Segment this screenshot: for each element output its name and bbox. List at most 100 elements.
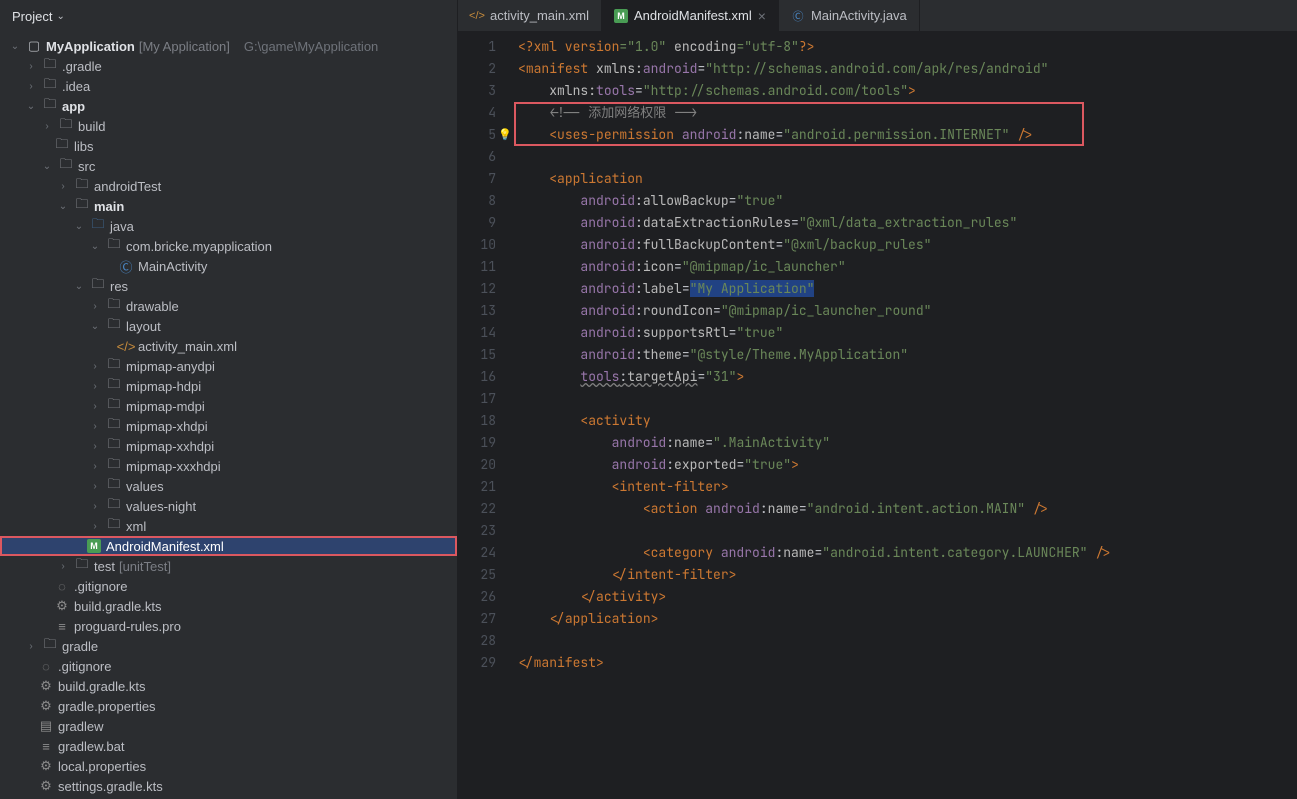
tree-item[interactable]: ›🗀drawable: [0, 296, 457, 316]
tree-label: res: [110, 279, 128, 294]
expand-arrow-icon[interactable]: ⌄: [72, 281, 86, 292]
tree-item[interactable]: ›🗀gradle: [0, 636, 457, 656]
code-content[interactable]: <?xml version="1.0" encoding="utf-8"?> <…: [514, 32, 1297, 799]
expand-arrow-icon[interactable]: ›: [88, 381, 102, 392]
expand-arrow-icon[interactable]: ›: [56, 181, 70, 192]
tree-root[interactable]: ⌄ ▢ MyApplication [My Application] G:\ga…: [0, 36, 457, 56]
tree-item[interactable]: ›🗀mipmap-xxxhdpi: [0, 456, 457, 476]
tree-item[interactable]: </>activity_main.xml: [0, 336, 457, 356]
sidebar-header[interactable]: Project ⌄: [0, 0, 457, 32]
tree-item[interactable]: ⌄🗀res: [0, 276, 457, 296]
expand-arrow-icon[interactable]: ›: [24, 61, 38, 72]
expand-arrow-icon[interactable]: ›: [88, 301, 102, 312]
tree-item[interactable]: ⚙ gradle.properties: [0, 696, 457, 716]
expand-arrow-icon[interactable]: ›: [24, 81, 38, 92]
tree-label: libs: [74, 139, 94, 154]
tree-item[interactable]: ◌.gitignore: [0, 656, 457, 676]
tree-item[interactable]: ⚙build.gradle.kts: [0, 596, 457, 616]
tree-item[interactable]: ›🗀.gradle: [0, 56, 457, 76]
tree-label: build: [78, 119, 105, 134]
tree-label: layout: [126, 319, 161, 334]
tree-item[interactable]: ⌄🗀app: [0, 96, 457, 116]
expand-arrow-icon[interactable]: ⌄: [56, 201, 70, 212]
close-icon[interactable]: ×: [758, 8, 766, 24]
project-sidebar: Project ⌄ ⌄ ▢ MyApplication [My Applicat…: [0, 0, 458, 799]
expand-arrow-icon[interactable]: ⌄: [88, 321, 102, 332]
expand-arrow-icon[interactable]: ›: [24, 641, 38, 652]
expand-arrow-icon[interactable]: ⌄: [88, 241, 102, 252]
tree-item[interactable]: ›🗀xml: [0, 516, 457, 536]
folder-icon: 🗀: [74, 198, 90, 214]
android-icon[interactable]: [498, 300, 512, 322]
file-icon: ⚙: [38, 698, 54, 714]
tree-item[interactable]: ›🗀mipmap-xhdpi: [0, 416, 457, 436]
tree-item[interactable]: ›🗀test [unitTest]: [0, 556, 457, 576]
tree-label: main: [94, 199, 124, 214]
tree-item[interactable]: ›🗀mipmap-hdpi: [0, 376, 457, 396]
tree-item[interactable]: ⚙local.properties: [0, 756, 457, 776]
tree-label: .gitignore: [58, 659, 111, 674]
tree-item[interactable]: ▤gradlew: [0, 716, 457, 736]
tree-item[interactable]: ◌.gitignore: [0, 576, 457, 596]
expand-arrow-icon[interactable]: ›: [88, 481, 102, 492]
tree-label: values: [126, 479, 164, 494]
gutter: 12345 678910 1112131415 1617181920 21222…: [458, 32, 514, 799]
expand-arrow-icon[interactable]: ›: [88, 361, 102, 372]
tree-item[interactable]: ⌄🗀src: [0, 156, 457, 176]
tab-android-manifest[interactable]: M AndroidManifest.xml ×: [602, 0, 779, 31]
expand-arrow-icon[interactable]: ›: [88, 461, 102, 472]
expand-arrow-icon[interactable]: ›: [56, 561, 70, 572]
tree-item[interactable]: ›🗀mipmap-anydpi: [0, 356, 457, 376]
tree-item[interactable]: ⚙build.gradle.kts: [0, 676, 457, 696]
tree-item[interactable]: ≡proguard-rules.pro: [0, 616, 457, 636]
expand-arrow-icon[interactable]: ›: [88, 501, 102, 512]
tree-label: app: [62, 99, 85, 114]
tab-label: AndroidManifest.xml: [634, 8, 752, 23]
tree-item[interactable]: ⌄🗀java: [0, 216, 457, 236]
expand-arrow-icon[interactable]: ›: [88, 401, 102, 412]
tree-item[interactable]: ⒸMainActivity: [0, 256, 457, 276]
expand-arrow-icon[interactable]: ›: [40, 121, 54, 132]
tab-main-activity[interactable]: Ⓒ MainActivity.java: [779, 0, 920, 31]
tree-item[interactable]: ⌄🗀com.bricke.myapplication: [0, 236, 457, 256]
bulb-icon[interactable]: 💡: [498, 124, 512, 146]
tree-item[interactable]: ›🗀values: [0, 476, 457, 496]
tree-item[interactable]: 🗀libs: [0, 136, 457, 156]
tree-item[interactable]: ⚙settings.gradle.kts: [0, 776, 457, 796]
tree-item[interactable]: ›🗀values-night: [0, 496, 457, 516]
file-icon: ≡: [38, 738, 54, 754]
tree-item[interactable]: ›🗀androidTest: [0, 176, 457, 196]
manifest-file-icon: M: [614, 9, 628, 23]
tree-item[interactable]: ›🗀build: [0, 116, 457, 136]
tree-label: proguard-rules.pro: [74, 619, 181, 634]
code-editor[interactable]: 12345 678910 1112131415 1617181920 21222…: [458, 32, 1297, 799]
tree-label: gradlew.bat: [58, 739, 125, 754]
tree-item[interactable]: ›🗀mipmap-xxhdpi: [0, 436, 457, 456]
tree-label: AndroidManifest.xml: [106, 539, 224, 554]
expand-arrow-icon[interactable]: ⌄: [24, 101, 38, 112]
expand-arrow-icon[interactable]: ⌄: [40, 161, 54, 172]
sidebar-title: Project: [12, 9, 52, 24]
folder-icon: 🗀: [106, 358, 122, 374]
tree-label: gradle.properties: [58, 699, 156, 714]
gradle-icon: ⚙: [38, 678, 54, 694]
expand-arrow-icon[interactable]: ›: [88, 441, 102, 452]
expand-arrow-icon[interactable]: ›: [88, 421, 102, 432]
tab-activity-main[interactable]: </> activity_main.xml: [458, 0, 602, 31]
tree-item[interactable]: ›🗀mipmap-mdpi: [0, 396, 457, 416]
tree-item[interactable]: ⌄🗀layout: [0, 316, 457, 336]
tree-item[interactable]: ≡ gradlew.bat: [0, 736, 457, 756]
folder-icon: 🗀: [106, 238, 122, 254]
expand-arrow-icon[interactable]: ›: [88, 521, 102, 532]
tree-item-manifest[interactable]: MAndroidManifest.xml: [0, 536, 457, 556]
tree-label: mipmap-xhdpi: [126, 419, 208, 434]
tree-item[interactable]: ⌄ 🗀 main: [0, 196, 457, 216]
file-icon: ⚙: [38, 758, 54, 774]
expand-arrow-icon[interactable]: ⌄: [72, 221, 86, 232]
android-icon[interactable]: [498, 256, 512, 278]
tree-item[interactable]: ›🗀.idea: [0, 76, 457, 96]
folder-icon: 🗀: [74, 558, 90, 574]
expand-arrow-icon[interactable]: ⌄: [8, 41, 22, 52]
folder-icon: 🗀: [106, 298, 122, 314]
editor-tabs: </> activity_main.xml M AndroidManifest.…: [458, 0, 1297, 32]
